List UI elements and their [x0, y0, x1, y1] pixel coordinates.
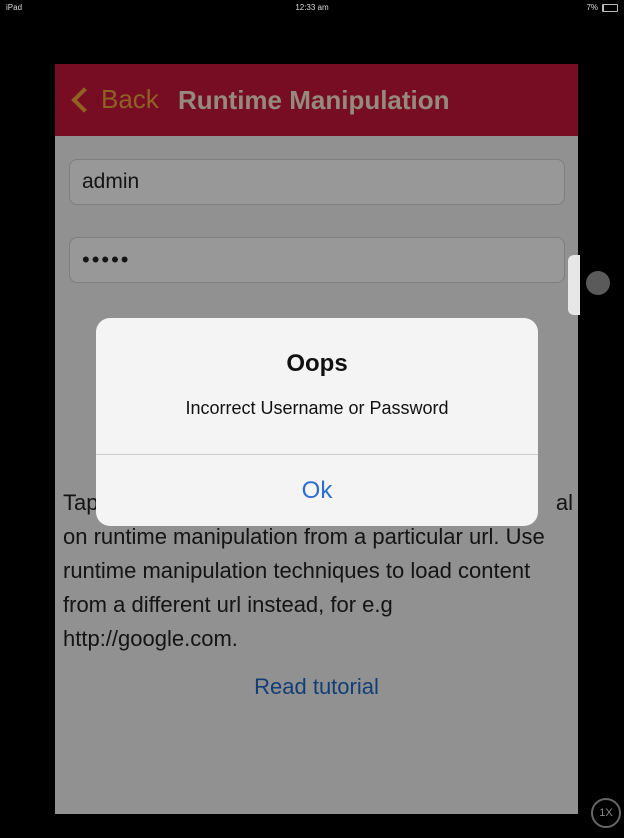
- zoom-button[interactable]: 1X: [591, 798, 621, 828]
- ok-button[interactable]: Ok: [96, 455, 538, 526]
- battery-icon: [602, 3, 618, 12]
- status-right: 7%: [586, 3, 618, 12]
- alert-message: Incorrect Username or Password: [185, 398, 449, 418]
- alert-title: Oops: [286, 350, 348, 377]
- alert-dialog: Oops Incorrect Username or Password Ok: [96, 318, 538, 526]
- side-handle: [568, 255, 580, 315]
- battery-percent: 7%: [586, 3, 598, 12]
- status-time: 12:33 am: [295, 3, 329, 12]
- assistive-touch-icon[interactable]: [586, 271, 610, 295]
- status-bar: iPad 12:33 am 7%: [0, 0, 624, 14]
